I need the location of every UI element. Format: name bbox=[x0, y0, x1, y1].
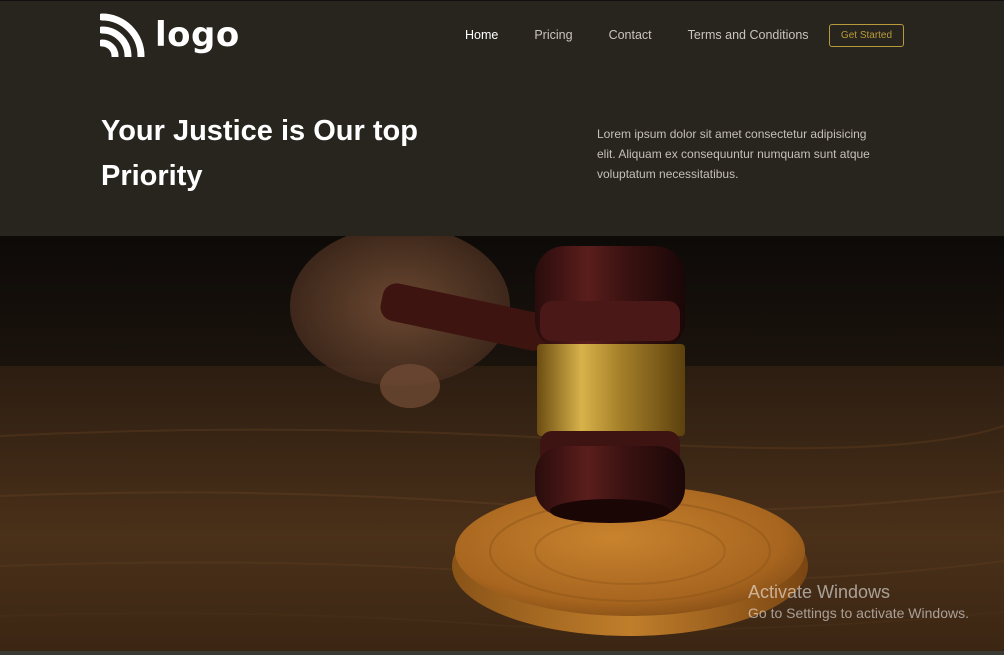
page-bottom-edge bbox=[0, 651, 1004, 655]
nav-contact[interactable]: Contact bbox=[609, 28, 652, 42]
logo-text: logo bbox=[155, 15, 240, 55]
nav-home[interactable]: Home bbox=[465, 28, 498, 42]
logo[interactable]: logo bbox=[100, 13, 240, 57]
windows-activation-watermark: Activate Windows Go to Settings to activ… bbox=[748, 580, 969, 622]
get-started-button[interactable]: Get Started bbox=[829, 24, 904, 47]
activation-subtitle: Go to Settings to activate Windows. bbox=[748, 605, 969, 621]
header: logo Home Pricing Contact Terms and Cond… bbox=[0, 0, 1004, 237]
main-nav: Home Pricing Contact Terms and Condition… bbox=[465, 28, 845, 42]
rss-logo-icon bbox=[100, 13, 145, 57]
nav-pricing[interactable]: Pricing bbox=[534, 28, 572, 42]
hero-description: Lorem ipsum dolor sit amet consectetur a… bbox=[597, 127, 870, 181]
nav-terms[interactable]: Terms and Conditions bbox=[688, 28, 809, 42]
hero-title: Your Justice is Our top Priority bbox=[101, 115, 418, 192]
activation-title: Activate Windows bbox=[748, 582, 891, 602]
